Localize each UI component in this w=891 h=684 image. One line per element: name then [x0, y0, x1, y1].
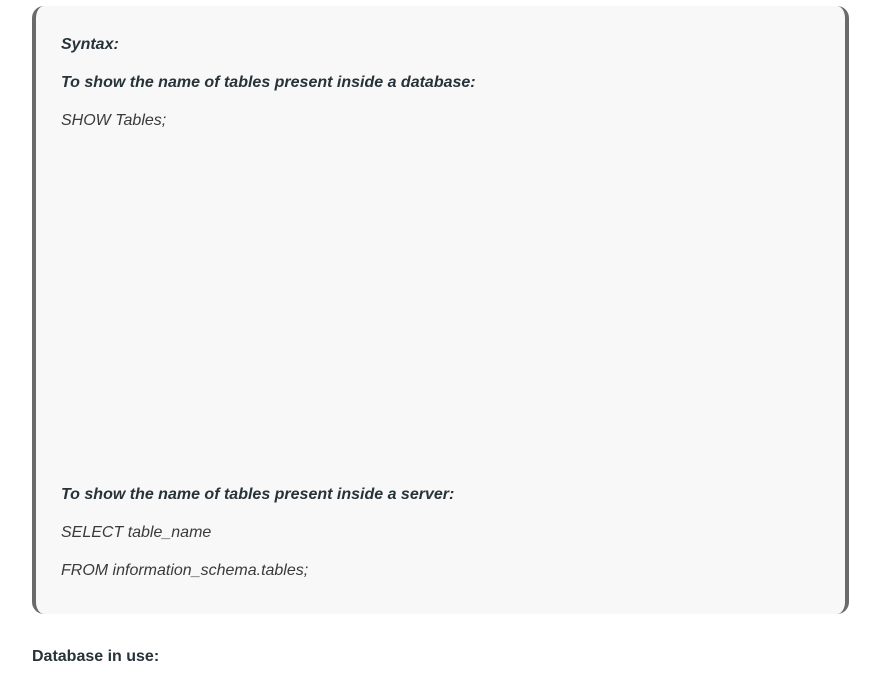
syntax-block: Syntax: To show the name of tables prese…	[32, 6, 849, 614]
database-tables-heading: To show the name of tables present insid…	[61, 74, 476, 91]
select-query-line: SELECT table_name	[61, 524, 212, 541]
syntax-label: Syntax:	[61, 36, 119, 53]
article-page: Syntax: To show the name of tables prese…	[0, 0, 891, 684]
show-tables-query: SHOW Tables;	[61, 112, 167, 129]
from-query-line: FROM information_schema.tables;	[61, 562, 309, 579]
server-tables-heading: To show the name of tables present insid…	[61, 486, 455, 503]
database-in-use-heading: Database in use:	[32, 648, 160, 665]
